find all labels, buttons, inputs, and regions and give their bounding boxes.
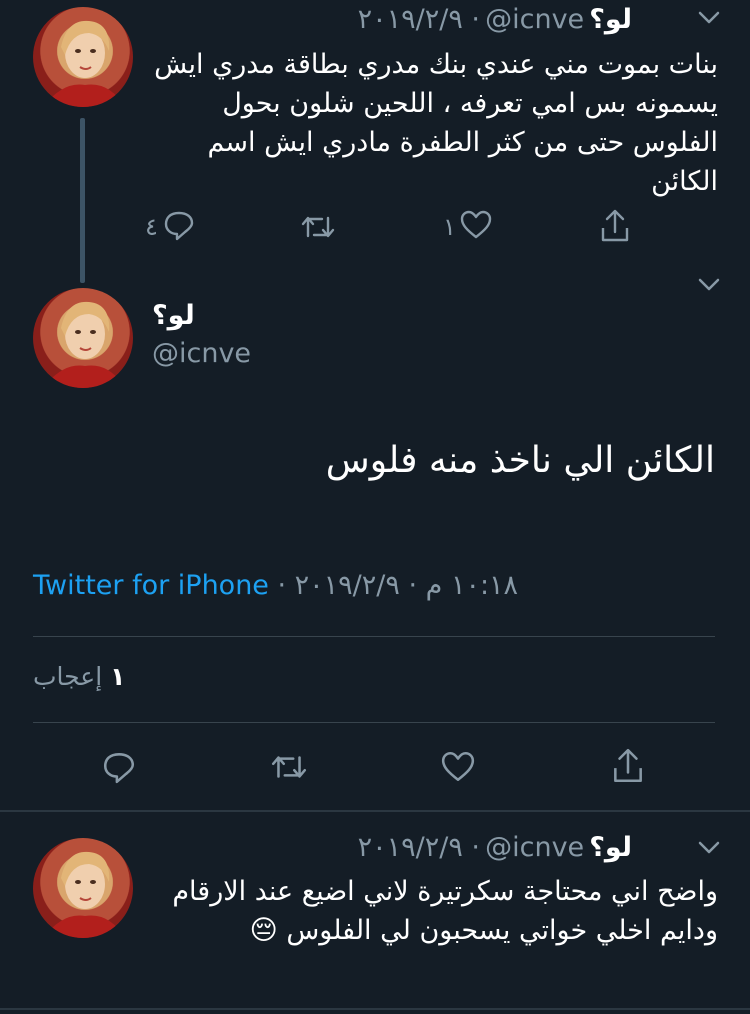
divider [33, 636, 715, 637]
share-button[interactable] [610, 747, 646, 789]
tweet-timestamp[interactable]: ١٠:١٨ م · ٢٠١٩/٢/٩ [295, 570, 518, 601]
avatar[interactable] [33, 838, 133, 938]
tweet-header: لو؟ @icnve · ٢٠١٩/٢/٩ [358, 832, 632, 863]
tweet-date[interactable]: · ٢٠١٩/٢/٩ [358, 4, 480, 35]
like-icon [459, 208, 493, 246]
tweet-metadata: Twitter for iPhone · ١٠:١٨ م · ٢٠١٩/٢/٩ [33, 570, 518, 601]
chevron-down-icon[interactable] [698, 840, 720, 859]
share-icon [610, 748, 646, 789]
display-name[interactable]: لو؟ [589, 4, 632, 35]
chevron-down-icon[interactable] [698, 277, 720, 296]
like-button[interactable] [440, 749, 476, 789]
retweet-icon [269, 756, 309, 789]
handle[interactable]: @icnve [152, 338, 251, 369]
display-name[interactable]: لو؟ [152, 300, 195, 331]
retweet-button[interactable] [269, 749, 309, 789]
metadata-separator: · [268, 570, 295, 601]
chevron-down-icon[interactable] [698, 10, 720, 29]
like-button[interactable]: ١ [443, 210, 493, 244]
likes-summary[interactable]: ١ إعجاب [33, 662, 125, 691]
main-tweet-text: الكائن الي ناخذ منه فلوس [325, 440, 715, 481]
tweet-source-link[interactable]: Twitter for iPhone [33, 570, 269, 601]
likes-number: ١ [110, 662, 126, 691]
section-divider [0, 810, 750, 812]
tweet-text: بنات بموت مني عندي بنك مدري بطاقة مدري ا… [154, 49, 718, 197]
reply-button[interactable]: ٤ [145, 210, 196, 244]
divider [33, 722, 715, 723]
reply-icon [101, 753, 137, 789]
handle[interactable]: @icnve [485, 832, 584, 863]
thread-line [80, 118, 85, 283]
handle[interactable]: @icnve [485, 4, 584, 35]
bottom-divider [0, 1008, 750, 1010]
display-name[interactable]: لو؟ [589, 832, 632, 863]
avatar[interactable] [33, 288, 133, 388]
retweet-icon [299, 216, 337, 248]
tweet-header: لو؟ @icnve · ٢٠١٩/٢/٩ [358, 4, 632, 35]
retweet-button[interactable] [299, 210, 337, 248]
like-count: ١ [443, 213, 456, 241]
avatar[interactable] [33, 7, 133, 107]
tweet-text: واضح اني محتاجة سكرتيرة لاني اضيع عند ال… [172, 876, 718, 946]
reply-icon [162, 208, 196, 246]
like-icon [440, 751, 476, 789]
reply-button[interactable] [101, 749, 137, 789]
share-button[interactable] [598, 208, 632, 248]
likes-label: إعجاب [33, 662, 103, 691]
reply-count: ٤ [145, 213, 158, 241]
tweet-date[interactable]: · ٢٠١٩/٢/٩ [358, 832, 480, 863]
share-icon [598, 209, 632, 248]
